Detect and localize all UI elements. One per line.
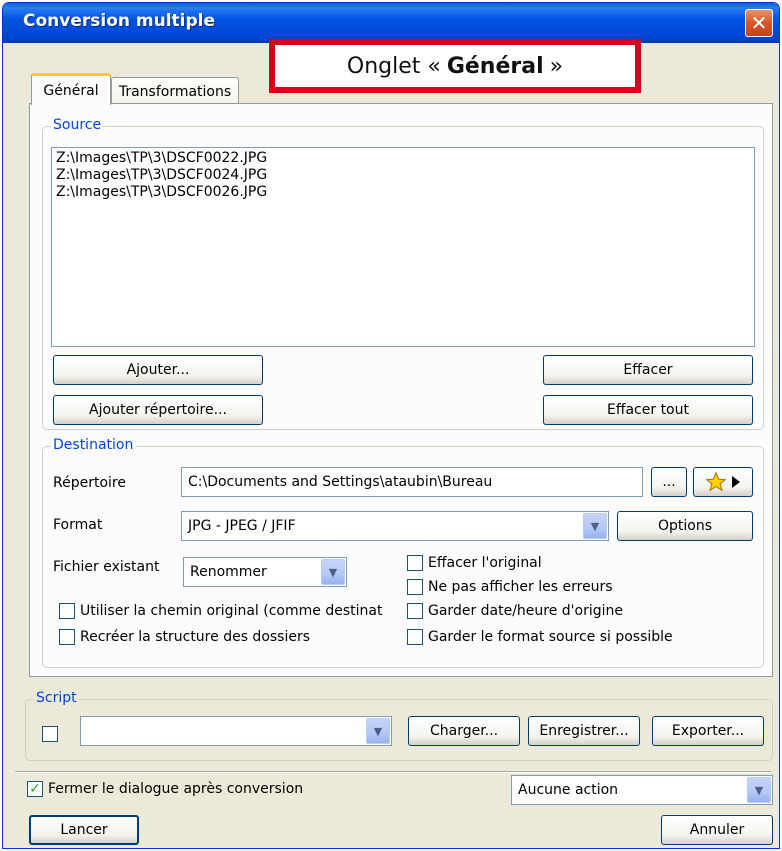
recreate-tree-checkbox[interactable]: Recréer la structure des dossiers <box>59 629 310 645</box>
source-legend: Source <box>51 117 104 133</box>
remove-button-label: Effacer <box>623 362 673 378</box>
delete-original-checkbox[interactable]: Effacer l'original <box>407 555 542 571</box>
checkbox-box[interactable] <box>407 579 423 595</box>
add-button-label: Ajouter... <box>126 362 190 378</box>
keep-format-label: Garder le format source si possible <box>428 629 673 645</box>
checkbox-box[interactable] <box>407 555 423 571</box>
annotation-callout: Onglet « Général » <box>269 39 641 93</box>
after-action-select[interactable]: Aucune action ▼ <box>511 775 773 805</box>
existing-file-value: Renommer <box>190 564 267 580</box>
script-select[interactable]: ▼ <box>80 716 392 746</box>
script-group: Script ▼ Charger... Enregistrer... Expor… <box>25 690 773 761</box>
use-original-path-checkbox[interactable]: Utiliser la chemin original (comme desti… <box>59 603 382 619</box>
close-icon: ✕ <box>750 11 768 35</box>
destination-folder-field[interactable]: C:\Documents and Settings\ataubin\Bureau <box>181 467 643 497</box>
annotation-suffix: » <box>549 53 564 79</box>
destination-group: Destination Répertoire C:\Documents and … <box>42 437 764 668</box>
checkbox-box[interactable] <box>42 726 58 742</box>
source-file-list[interactable]: Z:\Images\TP\3\DSCF0022.JPG Z:\Images\TP… <box>51 147 755 347</box>
keep-date-label: Garder date/heure d'origine <box>428 603 624 619</box>
star-icon <box>705 471 727 492</box>
hide-errors-label: Ne pas afficher les erreurs <box>428 579 613 595</box>
list-item[interactable]: Z:\Images\TP\3\DSCF0022.JPG <box>56 150 750 167</box>
start-button-label: Lancer <box>60 822 108 838</box>
conversion-dialog: Conversion multiple ✕ Onglet « Général »… <box>2 2 780 849</box>
options-button-label: Options <box>657 518 713 534</box>
checkbox-box[interactable] <box>59 629 75 645</box>
format-value: JPG - JPEG / JFIF <box>188 518 296 534</box>
remove-button[interactable]: Effacer <box>543 355 753 385</box>
close-button[interactable]: ✕ <box>745 9 773 37</box>
checkmark-icon[interactable]: ✓ <box>27 781 43 797</box>
hide-errors-checkbox[interactable]: Ne pas afficher les erreurs <box>407 579 613 595</box>
tab-transformations[interactable]: Transformations <box>111 77 239 105</box>
cancel-button-label: Annuler <box>689 822 745 838</box>
save-script-button[interactable]: Enregistrer... <box>528 716 640 746</box>
start-button[interactable]: Lancer <box>29 815 139 845</box>
cancel-button[interactable]: Annuler <box>661 815 773 845</box>
chevron-down-icon[interactable]: ▼ <box>321 559 345 585</box>
use-original-path-label: Utiliser la chemin original (comme desti… <box>80 603 383 619</box>
script-legend: Script <box>34 690 79 706</box>
remove-all-button[interactable]: Effacer tout <box>543 395 753 425</box>
chevron-down-icon[interactable]: ▼ <box>583 513 607 539</box>
save-script-label: Enregistrer... <box>539 723 629 739</box>
source-group: Source Z:\Images\TP\3\DSCF0022.JPG Z:\Im… <box>42 117 764 430</box>
existing-file-label: Fichier existant <box>53 559 160 575</box>
add-button[interactable]: Ajouter... <box>53 355 263 385</box>
load-script-button[interactable]: Charger... <box>408 716 520 746</box>
export-script-label: Exporter... <box>671 723 745 739</box>
add-folder-button[interactable]: Ajouter répertoire... <box>53 395 263 425</box>
tab-general[interactable]: Général <box>31 73 111 105</box>
format-label: Format <box>53 517 103 533</box>
browse-button-label: ... <box>662 474 676 490</box>
tab-general-label: Général <box>43 82 99 99</box>
chevron-down-icon[interactable]: ▼ <box>747 777 771 803</box>
script-checkbox[interactable] <box>42 726 63 742</box>
title-bar[interactable]: Conversion multiple ✕ <box>3 3 779 43</box>
chevron-down-icon[interactable]: ▼ <box>366 718 390 744</box>
format-select[interactable]: JPG - JPEG / JFIF ▼ <box>181 511 609 541</box>
browse-button[interactable]: ... <box>651 467 687 497</box>
export-script-button[interactable]: Exporter... <box>652 716 764 746</box>
add-folder-button-label: Ajouter répertoire... <box>89 402 227 418</box>
checkbox-box[interactable] <box>407 603 423 619</box>
tab-transformations-label: Transformations <box>118 83 232 100</box>
existing-file-select[interactable]: Renommer ▼ <box>183 557 347 587</box>
recreate-tree-label: Recréer la structure des dossiers <box>80 629 311 645</box>
delete-original-label: Effacer l'original <box>428 555 542 571</box>
close-after-label: Fermer le dialogue après conversion <box>48 781 304 797</box>
keep-date-checkbox[interactable]: Garder date/heure d'origine <box>407 603 623 619</box>
annotation-bold: Général <box>446 53 544 79</box>
list-item[interactable]: Z:\Images\TP\3\DSCF0026.JPG <box>56 184 750 201</box>
arrow-right-icon <box>732 476 740 488</box>
footer-divider <box>15 771 771 773</box>
folder-label: Répertoire <box>53 475 126 491</box>
favorites-button[interactable] <box>693 467 753 497</box>
remove-all-button-label: Effacer tout <box>606 402 689 418</box>
checkbox-box[interactable] <box>59 603 75 619</box>
window-title: Conversion multiple <box>23 11 216 31</box>
keep-format-checkbox[interactable]: Garder le format source si possible <box>407 629 673 645</box>
after-action-value: Aucune action <box>518 782 619 798</box>
options-button[interactable]: Options <box>617 511 753 541</box>
annotation-prefix: Onglet « <box>346 53 441 79</box>
load-script-label: Charger... <box>429 723 499 739</box>
checkbox-box[interactable] <box>407 629 423 645</box>
general-tab-panel: Source Z:\Images\TP\3\DSCF0022.JPG Z:\Im… <box>29 103 773 677</box>
list-item[interactable]: Z:\Images\TP\3\DSCF0024.JPG <box>56 167 750 184</box>
destination-legend: Destination <box>51 437 136 453</box>
close-after-checkbox[interactable]: ✓ Fermer le dialogue après conversion <box>27 781 303 797</box>
